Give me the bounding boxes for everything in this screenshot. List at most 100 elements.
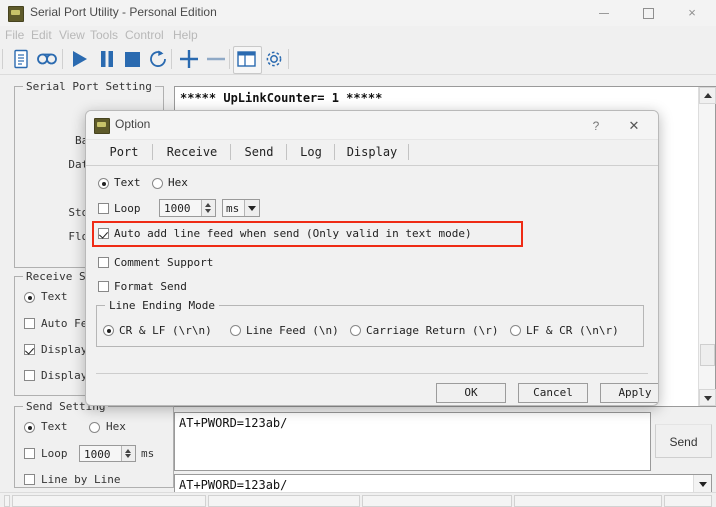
send-mode-text-radio[interactable] [98,178,109,189]
menu-item-tools[interactable]: Tools [90,28,118,42]
tab-receive[interactable]: Receive [156,141,228,163]
dialog-help-button[interactable]: ? [586,116,606,136]
receive-setting-title: Receive S [23,270,89,283]
status-cell-3 [362,495,512,507]
remove-button[interactable] [203,47,229,71]
dialog-loop-checkbox[interactable] [98,203,109,214]
dialog-title-bar: Option ? ✕ [86,111,658,140]
option-dialog[interactable]: Option ? ✕ Port Receive Send Log Display… [85,110,659,406]
line-ending-lf-radio[interactable] [230,325,241,336]
app-icon [8,6,24,22]
send-loop-unit: ms [141,447,155,460]
scroll-down-icon[interactable] [699,389,716,406]
line-ending-lfcr-label: LF & CR (\n\r) [526,324,619,337]
record-button[interactable] [34,47,60,71]
status-cell-5 [664,495,712,507]
format-send-label: Format Send [114,280,187,293]
send-input-text: AT+PWORD=123ab/ [179,416,288,430]
send-loop-value: 1000 [84,448,111,461]
close-icon: × [688,5,696,20]
tab-send[interactable]: Send [234,141,284,163]
dialog-loop-spinner[interactable]: 1000 [159,199,216,217]
cancel-button[interactable]: Cancel [518,383,588,403]
scroll-up-icon[interactable] [699,87,716,104]
receive-display-1-checkbox[interactable] [24,344,35,355]
receive-display-1-label: Display [41,343,88,356]
dialog-icon [94,118,110,134]
apply-button[interactable]: Apply [600,383,658,403]
status-bar [0,492,716,507]
tab-log[interactable]: Log [290,141,332,163]
receive-text: ***** UpLinkCounter= 1 ***** [180,91,383,105]
maximize-button[interactable] [626,0,670,26]
send-mode-text-label: Text [114,176,141,189]
receive-vertical-scrollbar[interactable] [698,87,716,406]
auto-add-line-feed-checkbox[interactable] [98,228,109,239]
dialog-close-button[interactable]: ✕ [624,116,644,136]
format-send-checkbox[interactable] [98,281,109,292]
send-button[interactable]: Send [655,424,712,458]
send-text-label: Text [41,420,68,433]
menu-item-control[interactable]: Control [125,28,164,42]
pause-button[interactable] [94,47,120,71]
menu-item-view[interactable]: View [59,28,85,42]
tab-display[interactable]: Display [338,141,406,163]
close-button[interactable]: × [670,0,714,26]
settings-gear-button[interactable] [261,47,287,71]
send-loop-label: Loop [41,447,68,460]
toolbar [0,44,716,75]
line-ending-lfcr-radio[interactable] [510,325,521,336]
status-cell-4 [514,495,662,507]
comment-support-checkbox[interactable] [98,257,109,268]
dialog-body: Text Hex Loop 1000 ms Auto add line feed… [86,165,658,405]
window-title: Serial Port Utility - Personal Edition [30,5,217,19]
status-cell-2 [208,495,360,507]
dialog-tab-strip: Port Receive Send Log Display [86,139,658,166]
status-cell-1 [12,495,206,507]
receive-display-2-checkbox[interactable] [24,370,35,381]
dialog-spinner-arrows-icon[interactable] [201,200,215,216]
send-text-radio[interactable] [24,422,35,433]
receive-auto-feed-checkbox[interactable] [24,318,35,329]
send-mode-hex-radio[interactable] [152,178,163,189]
line-ending-mode-title: Line Ending Mode [105,299,219,312]
play-button[interactable] [66,47,92,71]
line-ending-cr-label: Carriage Return (\r) [366,324,499,337]
line-ending-crlf-label: CR & LF (\r\n) [119,324,212,337]
line-ending-cr-radio[interactable] [350,325,361,336]
dialog-loop-unit-dropdown[interactable]: ms [222,199,260,217]
scroll-thumb[interactable] [700,344,715,366]
serial-port-utility-window: Serial Port Utility - Personal Edition ×… [0,0,716,507]
send-loop-checkbox[interactable] [24,448,35,459]
menu-item-help[interactable]: Help [173,28,198,42]
menu-item-file[interactable]: File [5,28,24,42]
line-ending-lf-label: Line Feed (\n) [246,324,339,337]
new-document-button[interactable] [8,47,34,71]
tab-port[interactable]: Port [98,141,150,163]
menu-bar: File Edit View Tools Control Help [0,26,716,44]
send-hex-label: Hex [106,420,126,433]
title-bar: Serial Port Utility - Personal Edition × [0,0,716,27]
layout-toggle[interactable] [233,46,262,74]
send-history-value: AT+PWORD=123ab/ [179,478,288,492]
add-button[interactable] [176,47,202,71]
menu-item-edit[interactable]: Edit [31,28,52,42]
send-input-area[interactable]: AT+PWORD=123ab/ [174,412,651,471]
send-line-by-line-checkbox[interactable] [24,474,35,485]
dialog-loop-label: Loop [114,202,141,215]
line-ending-crlf-radio[interactable] [103,325,114,336]
spinner-arrows-icon[interactable] [121,446,135,461]
ok-button[interactable]: OK [436,383,506,403]
send-line-by-line-label: Line by Line [41,473,121,486]
receive-text-label: Text [41,290,68,303]
send-hex-radio[interactable] [89,422,100,433]
send-loop-spinner[interactable]: 1000 [79,445,136,462]
minimize-button[interactable] [582,0,626,26]
dialog-loop-unit-value: ms [226,202,240,215]
auto-add-line-feed-label: Auto add line feed when send (Only valid… [114,227,472,240]
refresh-button[interactable] [145,47,171,71]
receive-text-radio[interactable] [24,292,35,303]
dropdown-chevron-icon[interactable] [244,200,259,216]
stop-button[interactable] [119,47,145,71]
dialog-loop-value: 1000 [164,202,191,215]
